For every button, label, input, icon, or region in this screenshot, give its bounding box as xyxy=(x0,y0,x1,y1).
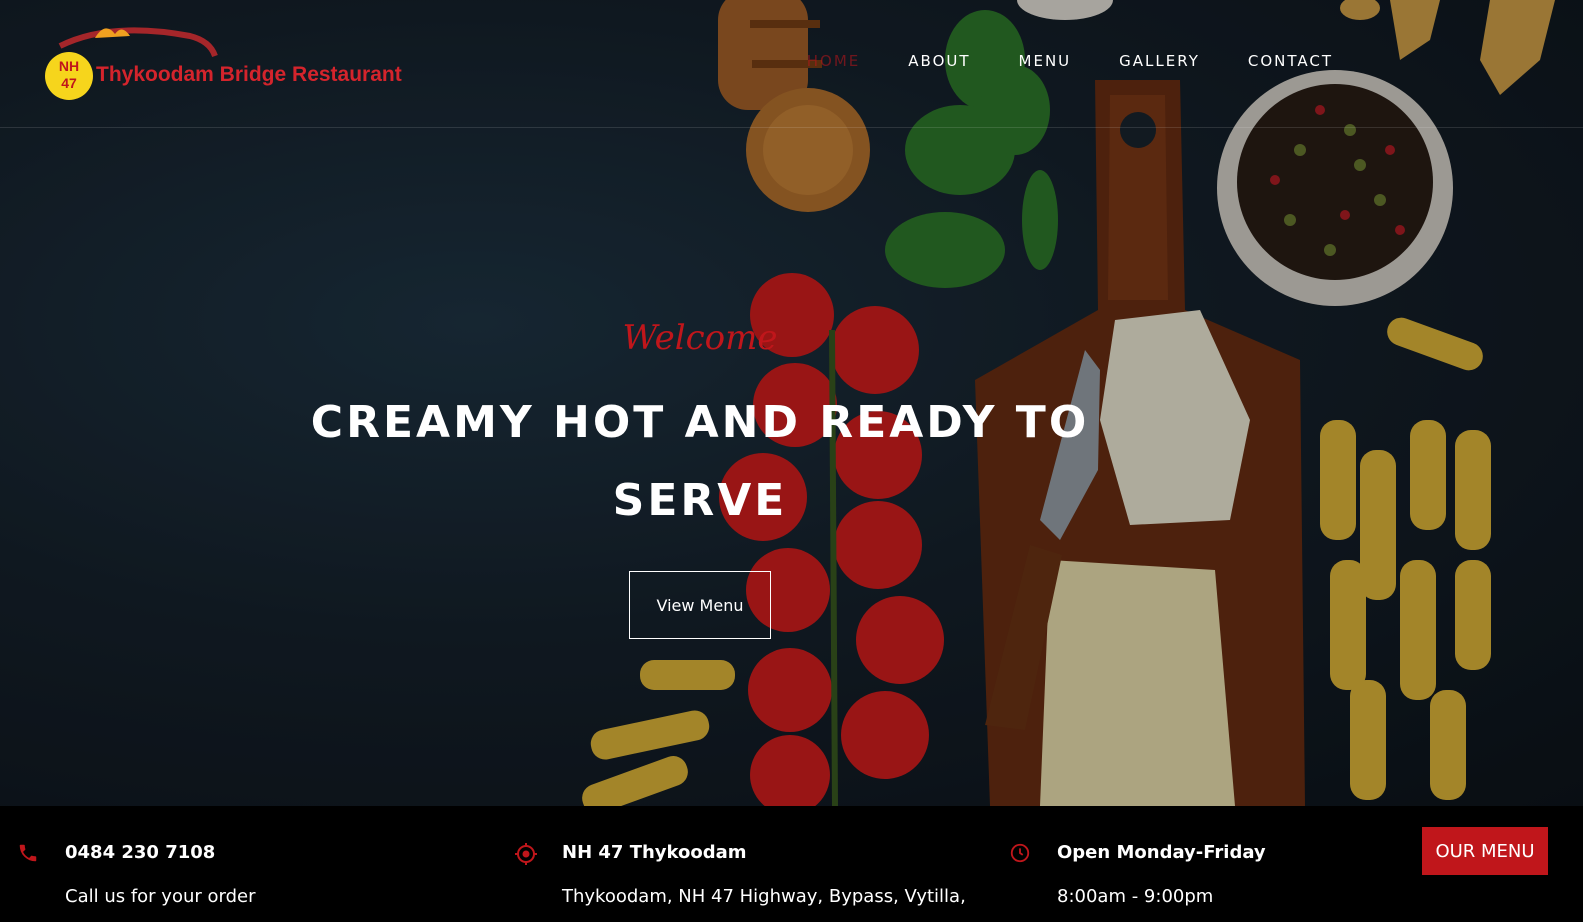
logo-text: Thykoodam Bridge Restaurant xyxy=(96,63,402,86)
phone-icon xyxy=(19,844,37,862)
clock-icon xyxy=(1010,843,1030,863)
hero-welcome-script: Welcome xyxy=(622,318,778,358)
nav-item-about[interactable]: ABOUT xyxy=(908,52,970,70)
location-address: Thykoodam, NH 47 Highway, Bypass, Vytill… xyxy=(562,886,966,907)
hours-time: 8:00am - 9:00pm xyxy=(1057,886,1214,907)
site-logo[interactable]: NH 47 Thykoodam Bridge Restaurant xyxy=(42,16,442,108)
logo-badge: NH 47 xyxy=(45,52,93,100)
location-target-icon xyxy=(515,843,537,865)
nav-item-menu[interactable]: MENU xyxy=(1019,52,1072,70)
phone-caption: Call us for your order xyxy=(65,886,256,907)
nav-item-contact[interactable]: CONTACT xyxy=(1248,52,1333,70)
main-nav: HOME ABOUT MENU GALLERY CONTACT xyxy=(807,52,1333,70)
logo-badge-line2: 47 xyxy=(61,75,77,91)
logo-badge-line1: NH xyxy=(58,58,80,74)
hours-title: Open Monday-Friday xyxy=(1057,842,1266,863)
site-header: NH 47 Thykoodam Bridge Restaurant HOME A… xyxy=(0,0,1583,128)
hero-section: NH 47 Thykoodam Bridge Restaurant HOME A… xyxy=(0,0,1583,806)
nav-item-gallery[interactable]: GALLERY xyxy=(1119,52,1200,70)
location-title: NH 47 Thykoodam xyxy=(562,842,747,863)
hero-headline: CREAMY HOT AND READY TO SERVE xyxy=(310,397,1090,526)
phone-number[interactable]: 0484 230 7108 xyxy=(65,842,215,863)
our-menu-button[interactable]: OUR MENU xyxy=(1422,827,1548,875)
view-menu-button[interactable]: View Menu xyxy=(629,571,771,639)
info-bar: 0484 230 7108 Call us for your order NH … xyxy=(0,806,1583,922)
nav-item-home[interactable]: HOME xyxy=(807,52,861,70)
